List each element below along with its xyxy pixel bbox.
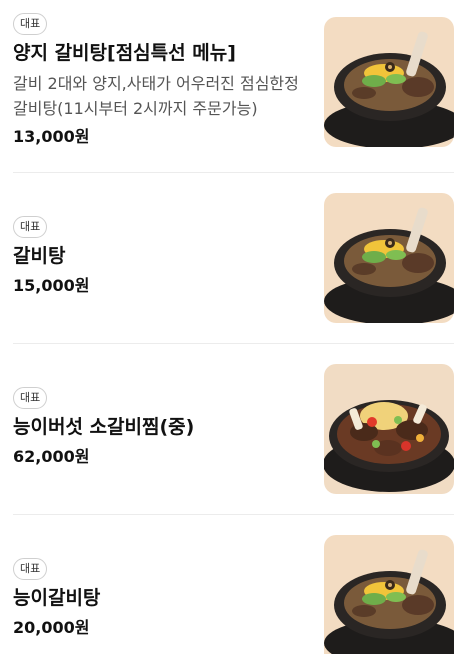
- galbitang-photo[interactable]: [324, 535, 454, 654]
- galbitang-photo-image: [324, 535, 454, 654]
- galbijjim-photo[interactable]: [324, 364, 454, 494]
- signature-badge: 대표: [13, 387, 48, 409]
- menu-item-price: 15,000원: [13, 276, 90, 295]
- signature-badge: 대표: [13, 558, 48, 580]
- menu-list: 대표 양지 갈비탕[점심특선 메뉴] 갈비 2대와 양지,사태가 어우러진 점심…: [0, 0, 464, 654]
- menu-item-info: 대표 양지 갈비탕[점심특선 메뉴] 갈비 2대와 양지,사태가 어우러진 점심…: [13, 12, 311, 149]
- menu-item-name: 능이갈비탕: [13, 587, 101, 609]
- menu-item-neungi-galbijjim[interactable]: 대표 능이버섯 소갈비찜(중) 62,000원: [0, 344, 464, 514]
- menu-item-name: 양지 갈비탕[점심특선 메뉴]: [13, 42, 236, 64]
- menu-item-info: 대표 능이갈비탕 20,000원: [13, 557, 311, 640]
- galbitang-photo-image: [324, 193, 454, 323]
- signature-badge: 대표: [13, 13, 48, 35]
- menu-item-price: 13,000원: [13, 127, 90, 146]
- menu-item-neungi-galbitang[interactable]: 대표 능이갈비탕 20,000원: [0, 515, 464, 654]
- menu-item-yangji-galbitang[interactable]: 대표 양지 갈비탕[점심특선 메뉴] 갈비 2대와 양지,사태가 어우러진 점심…: [0, 0, 464, 172]
- menu-item-galbitang[interactable]: 대표 갈비탕 15,000원: [0, 173, 464, 343]
- signature-badge: 대표: [13, 216, 48, 238]
- galbitang-photo-image: [324, 17, 454, 147]
- galbijjim-photo-image: [324, 364, 454, 494]
- galbitang-photo[interactable]: [324, 17, 454, 147]
- menu-item-price: 62,000원: [13, 447, 90, 466]
- menu-item-name: 갈비탕: [13, 245, 66, 267]
- menu-item-name: 능이버섯 소갈비찜(중): [13, 416, 195, 438]
- menu-item-description: 갈비 2대와 양지,사태가 어우러진 점심한정 갈비탕(11시부터 2시까지 주…: [13, 74, 299, 118]
- galbitang-photo[interactable]: [324, 193, 454, 323]
- menu-item-info: 대표 갈비탕 15,000원: [13, 215, 311, 298]
- menu-item-info: 대표 능이버섯 소갈비찜(중) 62,000원: [13, 386, 311, 469]
- menu-item-price: 20,000원: [13, 618, 90, 637]
